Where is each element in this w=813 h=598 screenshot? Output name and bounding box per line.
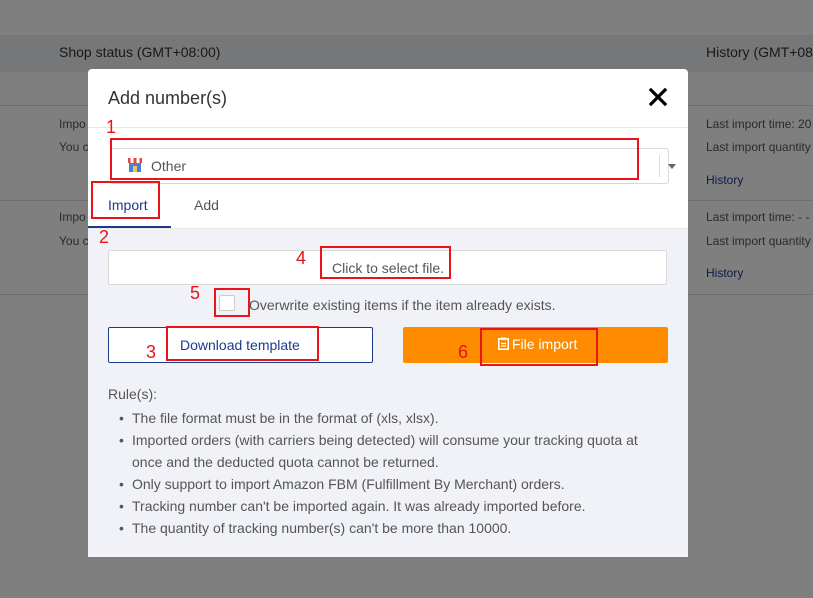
rule-item: Only support to import Amazon FBM (Fulfi… [119, 473, 652, 495]
annotation-box-2 [91, 181, 160, 219]
rules-list: The file format must be in the format of… [119, 407, 652, 539]
annotation-label-3: 3 [146, 342, 157, 362]
annotation-box-5 [214, 288, 250, 317]
tab-add[interactable]: Add [194, 197, 219, 213]
annotation-label-5: 5 [190, 283, 201, 303]
annotation-box-6 [480, 328, 598, 366]
modal-title: Add number(s) [108, 88, 228, 108]
annotation-box-1 [110, 138, 639, 180]
annotation-label-2: 2 [99, 227, 110, 247]
rules-title: Rule(s): [108, 386, 158, 402]
annotation-box-3 [166, 326, 319, 361]
select-divider [659, 155, 660, 177]
annotation-label-4: 4 [296, 248, 307, 268]
close-icon[interactable] [646, 85, 670, 109]
chevron-down-icon[interactable] [668, 164, 676, 169]
annotation-box-4 [320, 246, 451, 279]
rule-item: The file format must be in the format of… [119, 407, 652, 429]
annotation-label-1: 1 [106, 117, 117, 137]
rule-item: Imported orders (with carriers being det… [119, 429, 652, 473]
overwrite-checkbox-label: Overwrite existing items if the item alr… [249, 297, 556, 313]
annotation-label-6: 6 [458, 342, 469, 362]
rule-item: The quantity of tracking number(s) can't… [119, 517, 652, 539]
modal-header: Add number(s) [88, 69, 688, 128]
rule-item: Tracking number can't be imported again.… [119, 495, 652, 517]
